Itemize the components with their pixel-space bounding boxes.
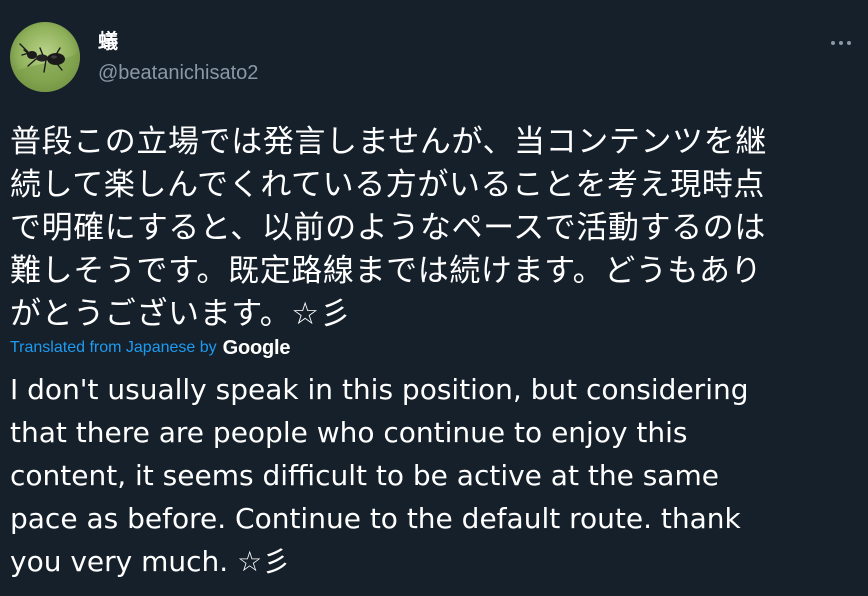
tweet: 蟻 @beatanichisato2 普段この立場では発言しませんが、当コンテン…: [0, 0, 868, 596]
tweet-text: 普段この立場では発言しませんが、当コンテンツを継 続して楽しんでくれている方がい…: [10, 124, 767, 332]
user-handle[interactable]: @beatanichisato2: [98, 60, 258, 86]
translated-text: I don't usually speak in this position, …: [10, 373, 749, 578]
ant-on-leaf-avatar-icon: [10, 22, 80, 92]
more-options-button[interactable]: [824, 28, 858, 58]
translated-from-label[interactable]: Translated from Japanese by: [10, 339, 217, 357]
translation-attribution[interactable]: Translated from Japanese by Google: [10, 334, 291, 362]
avatar[interactable]: [10, 22, 80, 92]
more-dots-icon: [831, 41, 851, 45]
display-name[interactable]: 蟻: [98, 30, 258, 54]
author-info: 蟻 @beatanichisato2: [98, 30, 258, 86]
google-logo: Google: [222, 336, 291, 359]
